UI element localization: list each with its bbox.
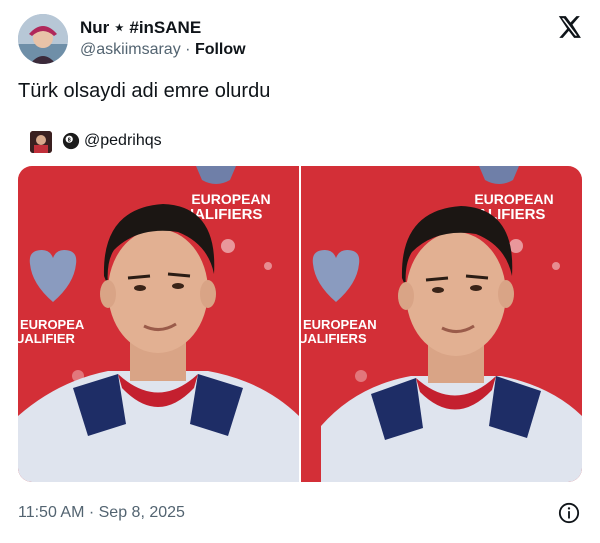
info-icon[interactable] — [558, 502, 580, 524]
author-display-name[interactable]: Nur ⋆ #inSANE — [80, 18, 201, 38]
author-handle[interactable]: @askiimsaray — [80, 41, 181, 58]
8-ball-icon: 8 — [62, 132, 80, 150]
tweet-text: Türk olsaydi adi emre olurdu — [18, 80, 271, 102]
banner-text-line1: EUROPEAN — [191, 191, 270, 207]
photo-left[interactable]: EUROPEAN QUALIFIERS EUROPEA UALIFIER — [18, 166, 299, 482]
tweet-timestamp[interactable]: 11:50 AM · Sep 8, 2025 — [18, 504, 185, 522]
side-text-line1: EUROPEAN — [303, 317, 377, 332]
svg-text:8: 8 — [68, 137, 71, 143]
author-handle-row: @askiimsaray · Follow — [80, 41, 246, 59]
side-text-line2: UALIFIERS — [301, 331, 367, 346]
follow-button[interactable]: Follow — [195, 41, 246, 58]
x-logo-icon[interactable] — [556, 14, 582, 40]
quoted-account-row: 8 @pedrihqs — [62, 132, 162, 150]
quoted-handle[interactable]: @pedrihqs — [84, 132, 162, 150]
banner-text-line1: EUROPEAN — [474, 191, 553, 207]
side-text-line1: EUROPEA — [20, 317, 85, 332]
separator-dot: · — [185, 41, 191, 58]
quoted-avatar[interactable] — [30, 131, 52, 153]
side-text-line2: UALIFIER — [18, 331, 76, 346]
tweet-card: Nur ⋆ #inSANE @askiimsaray · Follow Türk… — [0, 0, 600, 543]
photo-right[interactable]: EUROPEAN QUALIFIERS EUROPEAN UALIFIERS — [301, 166, 582, 482]
author-avatar[interactable] — [18, 14, 68, 64]
